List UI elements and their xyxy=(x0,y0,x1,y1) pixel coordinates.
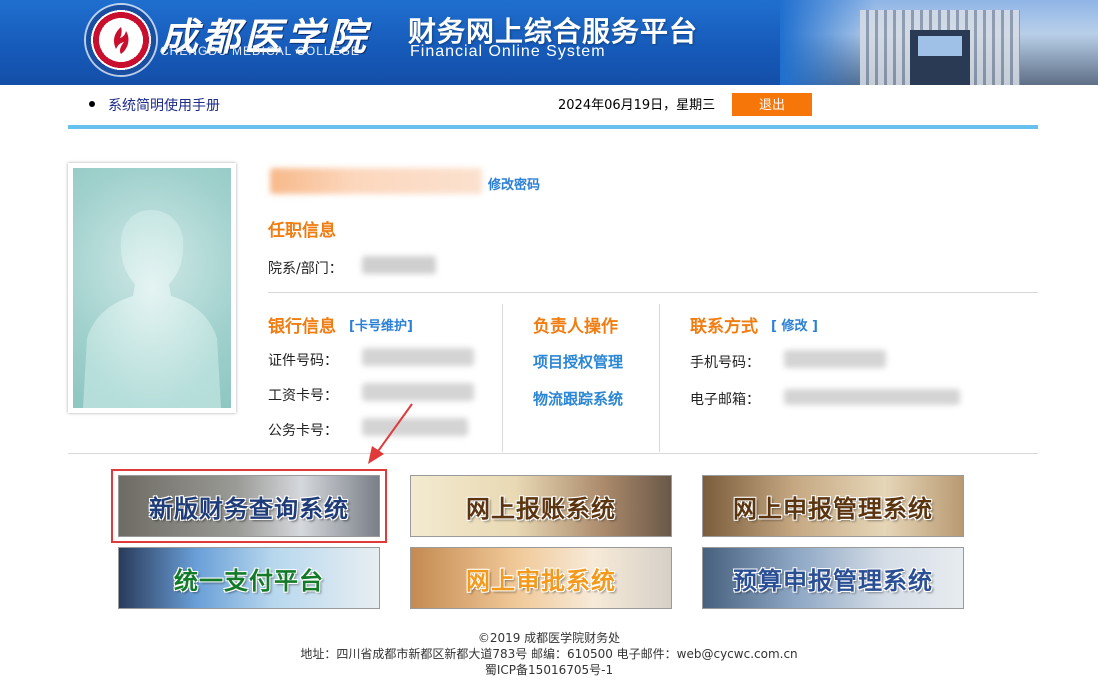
current-date: 2024年06月19日，星期三 xyxy=(558,98,716,113)
footer-copyright: ©2019 成都医学院财务处 xyxy=(477,631,621,645)
logistics-tracking-link[interactable]: 物流跟踪系统 xyxy=(533,388,623,409)
contact-title: 联系方式 xyxy=(690,317,758,337)
card-maintain-link[interactable]: [卡号维护] xyxy=(349,315,413,334)
banner-label: 预算申报管理系统 xyxy=(733,566,933,595)
college-name-en: CHENGDU MEDICAL COLLEGE xyxy=(160,44,360,58)
person-silhouette-icon xyxy=(83,210,221,408)
salary-card-label: 工资卡号： xyxy=(268,388,338,404)
id-number-label: 证件号码： xyxy=(268,353,338,369)
footer: ©2019 成都医学院财务处 地址：四川省成都市新都区新都大道783号 邮编：6… xyxy=(0,630,1098,678)
college-seal-icon xyxy=(86,5,156,75)
email-redacted xyxy=(784,389,960,405)
change-password-link[interactable]: 修改密码 xyxy=(488,174,540,193)
platform-subtitle: Financial Online System xyxy=(410,43,606,60)
mobile-redacted xyxy=(784,350,886,368)
footer-address: 地址：四川省成都市新都区新都大道783号 邮编：610500 电子邮件：web@… xyxy=(300,647,798,661)
official-card-label: 公务卡号： xyxy=(268,423,338,439)
contact-edit-link[interactable]: [ 修改 ] xyxy=(771,315,818,334)
column-divider xyxy=(502,304,503,452)
banner-label: 网上申报管理系统 xyxy=(733,494,933,523)
budget-declaration-banner[interactable]: 预算申报管理系统 xyxy=(702,547,964,609)
banner-label: 网上审批系统 xyxy=(466,566,616,595)
bullet-icon xyxy=(89,101,95,107)
campus-building-image xyxy=(780,0,1098,85)
id-number-redacted xyxy=(362,348,474,366)
mobile-label: 手机号码： xyxy=(690,355,760,371)
project-auth-link[interactable]: 项目授权管理 xyxy=(533,351,623,372)
arrow-annotation-icon xyxy=(368,403,413,464)
leader-ops-title: 负责人操作 xyxy=(533,317,618,337)
online-declaration-banner[interactable]: 网上申报管理系统 xyxy=(702,475,964,537)
user-name-redacted xyxy=(270,168,482,194)
site-header: 成都医学院 CHENGDU MEDICAL COLLEGE 财务网上综合服务平台… xyxy=(0,0,1098,85)
online-approval-banner[interactable]: 网上审批系统 xyxy=(410,547,672,609)
user-manual-link[interactable]: 系统简明使用手册 xyxy=(108,95,220,115)
unified-payment-banner[interactable]: 统一支付平台 xyxy=(118,547,380,609)
department-value-redacted xyxy=(362,256,436,274)
bank-info-title: 银行信息 xyxy=(268,317,336,337)
department-label: 院系/部门： xyxy=(268,261,343,277)
column-divider xyxy=(659,304,660,452)
banner-label: 网上报账系统 xyxy=(466,494,616,523)
section-divider xyxy=(268,292,1038,293)
employment-info-title: 任职信息 xyxy=(268,221,336,241)
highlight-box xyxy=(111,469,387,543)
top-nav: 系统简明使用手册 2024年06月19日，星期三 退出 xyxy=(68,85,1038,125)
footer-icp: 蜀ICP备15016705号-1 xyxy=(484,663,614,677)
online-reimbursement-banner[interactable]: 网上报账系统 xyxy=(410,475,672,537)
logout-button[interactable]: 退出 xyxy=(732,93,812,116)
nav-divider xyxy=(68,125,1038,129)
section-divider xyxy=(68,453,1038,454)
email-label: 电子邮箱： xyxy=(690,392,760,408)
banner-label: 统一支付平台 xyxy=(174,566,324,595)
avatar xyxy=(68,163,236,413)
